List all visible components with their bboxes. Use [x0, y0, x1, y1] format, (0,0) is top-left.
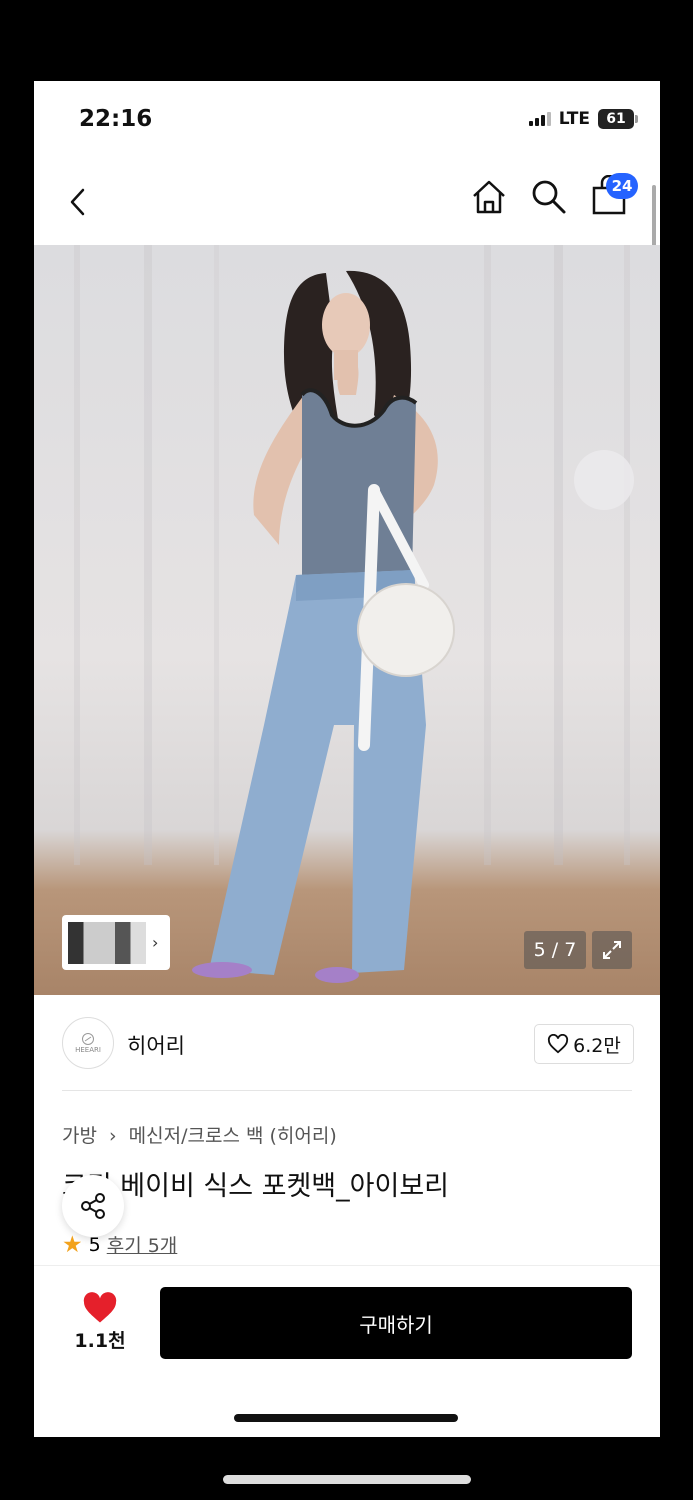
expand-icon[interactable]: [592, 931, 632, 969]
brand-logo-text: HEEARI: [75, 1046, 101, 1054]
chevron-right-icon[interactable]: ›: [152, 933, 158, 952]
heart-filled-icon: [83, 1292, 117, 1323]
status-time: 22:16: [79, 106, 153, 132]
top-nav: 24: [34, 159, 660, 245]
cart-count-badge: 24: [606, 173, 638, 199]
brand-like-count: 6.2만: [573, 1034, 621, 1057]
image-counter: 5 / 7: [524, 931, 586, 969]
home-icon[interactable]: [470, 178, 508, 216]
status-icons: LTE 61: [528, 109, 638, 129]
search-icon[interactable]: [530, 178, 568, 216]
rating-row: ★ 5 후기 5개: [62, 1231, 177, 1258]
brand-like-button[interactable]: 6.2만: [534, 1024, 634, 1064]
gallery-thumbnail-strip[interactable]: ›: [62, 915, 170, 970]
network-label: LTE: [558, 109, 590, 129]
star-icon: ★: [62, 1231, 83, 1258]
chevron-right-icon: ›: [109, 1125, 117, 1147]
product-photo: [74, 245, 634, 983]
home-indicator[interactable]: [234, 1414, 458, 1422]
divider: [62, 1090, 632, 1091]
bottom-action-bar: 1.1천 구매하기: [34, 1265, 660, 1376]
brand-logo-mark: [82, 1033, 94, 1045]
wishlist-button[interactable]: 1.1천: [74, 1292, 126, 1353]
back-arrow-icon[interactable]: [68, 187, 88, 217]
share-icon: [81, 1193, 105, 1219]
breadcrumb-item[interactable]: 가방: [62, 1125, 97, 1147]
outer-home-indicator: [223, 1475, 471, 1484]
share-button[interactable]: [62, 1175, 124, 1237]
wishlist-count: 1.1천: [74, 1330, 126, 1352]
heart-outline-icon: [548, 1034, 569, 1054]
breadcrumb: 가방 › 메신저/크로스 백 (히어리): [62, 1121, 337, 1148]
buy-button[interactable]: 구매하기: [160, 1287, 632, 1359]
rating-value: 5: [88, 1233, 101, 1256]
reviews-link[interactable]: 후기 5개: [107, 1231, 178, 1258]
brand-name[interactable]: 히어리: [127, 1030, 185, 1060]
thumbnail-image[interactable]: [68, 921, 146, 964]
battery-icon: 61: [598, 109, 638, 129]
signal-icon: [528, 112, 551, 126]
brand-logo[interactable]: HEEARI: [62, 1017, 114, 1069]
breadcrumb-item[interactable]: 메신저/크로스 백 (히어리): [129, 1125, 337, 1147]
app-screen: 22:16 LTE 61 24 › 5 / 7 HEEARI 히어리 6.2만 …: [34, 81, 660, 1437]
product-image-gallery[interactable]: › 5 / 7: [34, 245, 660, 995]
